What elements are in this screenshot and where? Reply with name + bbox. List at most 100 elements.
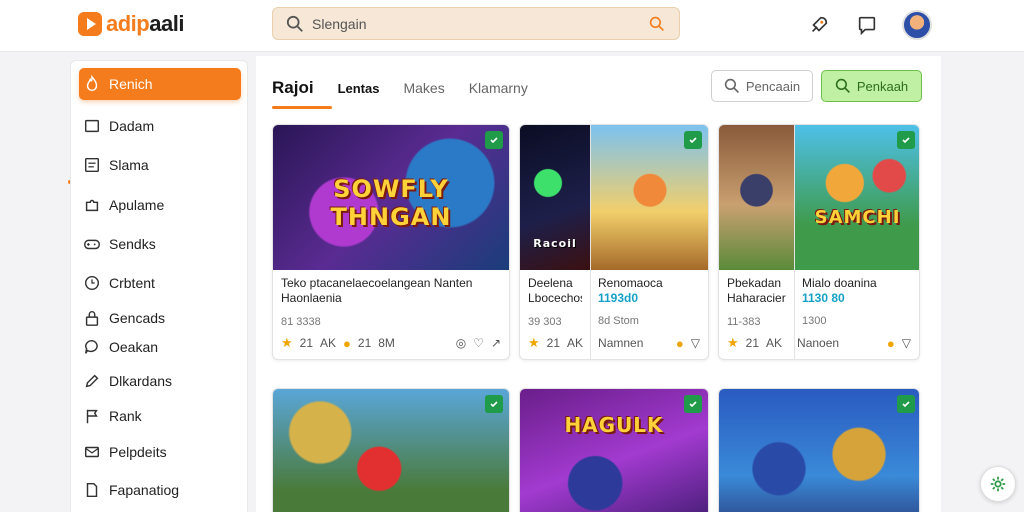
meta-size: 8M (378, 336, 395, 350)
game-card[interactable]: Racoil Deelena Lbocechosk 39 303 Renomao… (519, 124, 709, 360)
meta-count: 21 (357, 336, 372, 350)
mail-icon (84, 446, 100, 458)
card-price: 1130 80 (802, 291, 845, 305)
cover-title: SAMCHI (814, 207, 901, 228)
game-cover-image: Racoil (520, 125, 590, 270)
card-price: 1193d0 (598, 291, 639, 305)
chevron-down-icon[interactable]: ▽ (691, 336, 700, 350)
sidebar-item-renich[interactable]: Renich (79, 68, 241, 100)
meta-label: Namnen (598, 336, 644, 350)
tab-klamarny[interactable]: Klamarny (469, 80, 528, 96)
sidebar-item-dadam[interactable]: Dadam (79, 110, 241, 142)
chevron-down-icon[interactable]: ▽ (902, 336, 911, 350)
meta-label: Nanoen (797, 336, 840, 350)
verified-badge-icon (485, 395, 503, 413)
tab-rajoi[interactable]: Rajoi (272, 78, 332, 109)
search-submit-icon[interactable] (649, 16, 665, 32)
rating-value: 21 (546, 336, 561, 350)
verified-badge-icon (485, 131, 503, 149)
coin-icon: ● (675, 335, 684, 351)
game-cover-image (273, 389, 509, 512)
rating-value: 21 (745, 336, 760, 350)
coin-icon: ● (343, 335, 351, 351)
share-icon[interactable]: ↗ (491, 336, 501, 350)
game-card[interactable]: HAGULK (519, 388, 709, 512)
cover-title: Racoil (533, 237, 577, 250)
secondary-search-button[interactable]: Pencaain (711, 70, 813, 102)
game-cover-image (719, 389, 919, 512)
app-logo[interactable]: adipaali (78, 11, 184, 37)
sidebar-item-pelpdeits[interactable]: Pelpdeits (79, 436, 241, 468)
sidebar-item-fapanatiog[interactable]: Fapanatiog (79, 474, 241, 506)
avatar[interactable] (902, 10, 932, 40)
square-icon (84, 119, 100, 133)
card-subtitle: Lbocechosk (528, 291, 582, 305)
star-icon: ★ (528, 335, 540, 350)
card-title: Renomaoca (598, 276, 663, 290)
sidebar-item-rank[interactable]: Rank (79, 400, 241, 432)
tab-bar: Rajoi Lentas Makes Klamarny (272, 70, 552, 109)
flame-icon (86, 75, 98, 92)
card-stats: 8d Stom (598, 315, 639, 327)
grid-box-icon (84, 157, 100, 173)
shield-icon[interactable]: ◎ (456, 336, 466, 350)
chat-icon (84, 339, 98, 354)
card-title: Deelena (528, 276, 573, 290)
rating-value: 21 (299, 336, 314, 350)
card-title: Pbekadan (727, 276, 782, 290)
game-card[interactable] (272, 388, 510, 512)
verified-badge-icon (684, 395, 702, 413)
tab-makes[interactable]: Makes (403, 80, 444, 96)
verified-badge-icon (897, 395, 915, 413)
meta-tag: AK (567, 336, 584, 350)
card-stats: 11-383 (727, 316, 761, 328)
heart-icon[interactable]: ♡ (473, 336, 484, 350)
search-bar[interactable]: Slengain (272, 7, 680, 40)
card-subtitle: Haharacier (727, 291, 786, 305)
sidebar-item-dlkardans[interactable]: Dlkardans (79, 365, 241, 397)
game-card[interactable]: SAMCHI Pbekadan Haharacier 11-383 Mialo … (718, 124, 920, 360)
card-title: Teko ptacanelaecoelangean Nanten (281, 276, 473, 290)
card-stats: 81 3338 (281, 316, 321, 328)
search-icon (286, 15, 303, 32)
sidebar-item-apulame[interactable]: Apulame (79, 189, 241, 221)
sidebar-item-oeakan[interactable]: Oeakan (79, 331, 241, 363)
cover-title: SOWFLY THNGAN (330, 175, 452, 231)
controller-icon (84, 239, 100, 250)
game-cover-image: SOWFLY THNGAN (273, 125, 509, 270)
cover-title: HAGULK (564, 413, 664, 437)
tab-lentas[interactable]: Lentas (338, 81, 380, 96)
document-icon (86, 482, 98, 498)
game-card[interactable]: SOWFLY THNGAN Teko ptacanelaecoelangean … (272, 124, 510, 360)
flag-icon (86, 409, 98, 424)
play-logo-icon (78, 12, 102, 36)
sidebar-item-sendks[interactable]: Sendks (79, 228, 241, 260)
card-subtitle: Haonlaenia (281, 291, 342, 305)
game-cover-image (719, 125, 794, 270)
meta-tag: AK (766, 336, 783, 350)
puzzle-icon (85, 199, 99, 212)
verified-badge-icon (897, 131, 915, 149)
message-icon[interactable] (854, 12, 880, 38)
sidebar-item-gencads[interactable]: Gencads (79, 302, 241, 334)
gear-icon (990, 476, 1006, 492)
top-bar: adipaali Slengain (0, 0, 1024, 52)
search-icon (835, 78, 850, 93)
card-title: Mialo doanina (802, 276, 877, 290)
sidebar-item-crbtent[interactable]: Crbtent (79, 267, 241, 299)
sidebar-item-slama[interactable]: Slama (79, 149, 241, 181)
logo-text: adipaali (106, 11, 184, 36)
game-card[interactable] (718, 388, 920, 512)
card-stats: 1300 (802, 315, 827, 327)
star-icon: ★ (281, 335, 293, 350)
settings-fab[interactable] (980, 466, 1016, 502)
search-input[interactable]: Slengain (312, 16, 649, 32)
clock-icon (84, 275, 100, 291)
verified-badge-icon (684, 131, 702, 149)
pen-icon (85, 374, 99, 388)
sidebar: Renich Dadam Slama Apulame Sendks Crbten… (70, 60, 248, 512)
card-stats: 39 303 (528, 316, 562, 328)
meta-tag: AK (320, 336, 337, 350)
rocket-icon[interactable] (806, 12, 832, 38)
primary-search-button[interactable]: Penkaah (821, 70, 922, 102)
